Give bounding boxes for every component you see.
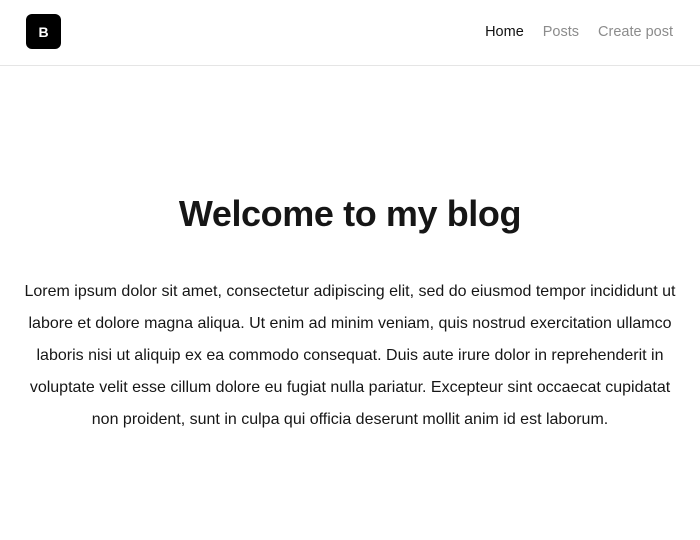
page-title: Welcome to my blog xyxy=(178,193,522,234)
main-content: Welcome to my blog Lorem ipsum dolor sit… xyxy=(0,66,700,540)
nav-create-post-link[interactable]: Create post xyxy=(598,24,673,40)
nav-posts-link[interactable]: Posts xyxy=(543,24,579,40)
nav-home-link[interactable]: Home xyxy=(485,24,524,40)
site-header: B Home Posts Create post xyxy=(0,0,700,66)
logo-button[interactable]: B xyxy=(26,14,61,49)
main-nav: Home Posts Create post xyxy=(485,22,673,42)
logo-text: B xyxy=(38,23,49,40)
intro-paragraph: Lorem ipsum dolor sit amet, consectetur … xyxy=(24,283,676,428)
